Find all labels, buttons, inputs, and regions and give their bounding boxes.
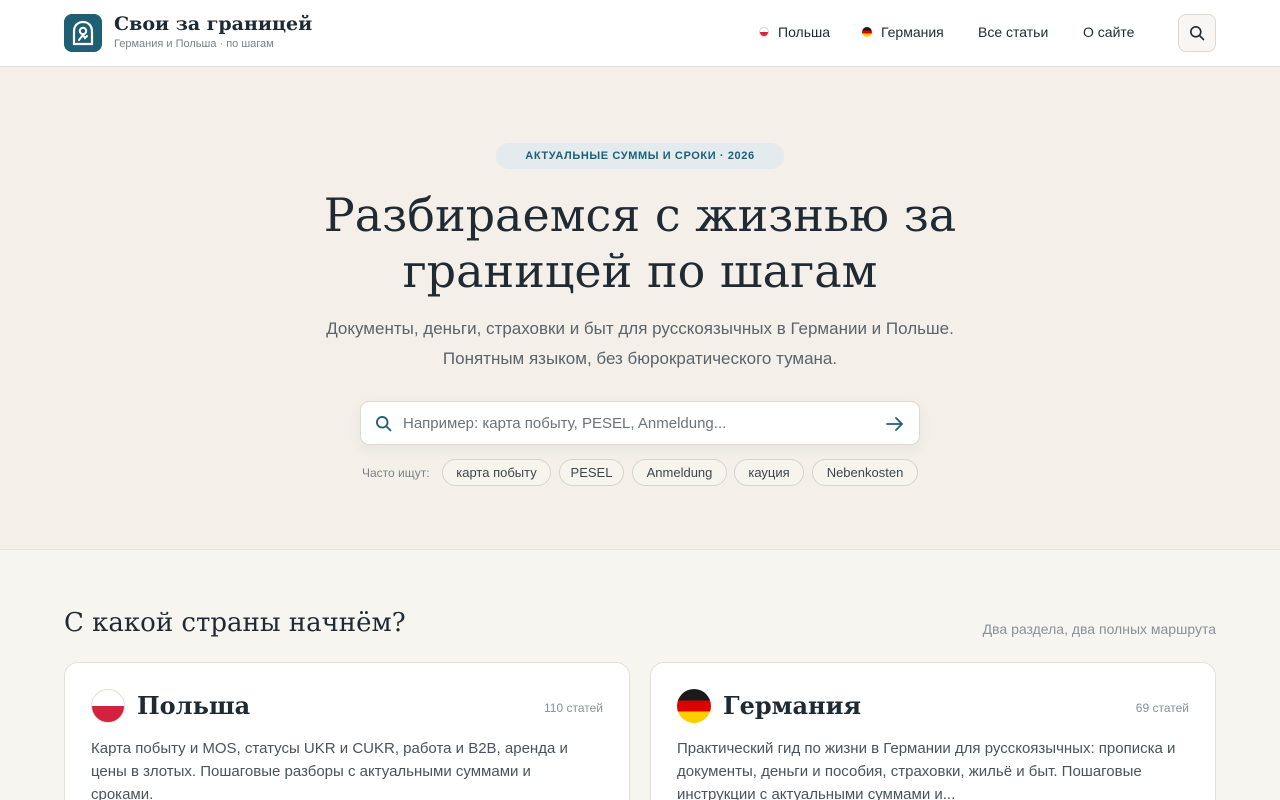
nav-item-label: О сайте	[1083, 24, 1135, 40]
search-icon	[376, 416, 392, 432]
card-title: Польша	[137, 691, 251, 720]
nav-item-label: Польша	[778, 24, 831, 40]
article-count: 69 статей	[1135, 701, 1189, 715]
popular-chip[interactable]: кауция	[734, 459, 804, 486]
site-header: Свои за границей Германия и Польша · по …	[0, 0, 1280, 67]
card-description: Карта побыту и MOS, статусы UKR и CUKR, …	[91, 740, 568, 800]
hero-search-box	[360, 401, 920, 445]
popular-chip[interactable]: Anmeldung	[632, 459, 727, 486]
germany-flag-icon	[677, 689, 711, 723]
nav-item-germany[interactable]: Германия	[862, 24, 944, 40]
popular-label: Часто ищут:	[362, 466, 430, 480]
nav-item-poland[interactable]: Польша	[759, 24, 830, 40]
countries-section-title: С какой страны начнём?	[64, 608, 406, 638]
poland-flag-icon	[91, 689, 125, 723]
popular-searches: Часто ищут: карта побыту PESEL Anmeldung…	[0, 459, 1280, 487]
header-search-button[interactable]	[1178, 14, 1216, 52]
search-icon	[1190, 26, 1205, 41]
nav-item-label: Германия	[881, 24, 944, 40]
nav-item-all-articles[interactable]: Все статьи	[978, 24, 1048, 40]
card-title: Германия	[723, 691, 862, 720]
nav-item-about[interactable]: О сайте	[1083, 24, 1134, 40]
hero-badge: АКТУАЛЬНЫЕ СУММЫ И СРОКИ · 2026	[496, 143, 784, 169]
article-count: 110 статей	[544, 701, 603, 715]
germany-flag-icon	[862, 27, 872, 37]
card-description: Практический гид по жизни в Германии для…	[677, 740, 1176, 800]
nav-item-label: Все статьи	[978, 24, 1049, 40]
poland-flag-icon	[759, 27, 769, 37]
popular-chip[interactable]: PESEL	[559, 459, 624, 486]
main-nav: Польша Германия Все статьи О сайте	[0, 24, 1280, 44]
popular-chip[interactable]: карта побыту	[442, 459, 551, 486]
countries-section-hint: Два раздела, два полных маршрута	[982, 621, 1216, 637]
hero-title: Разбираемся с жизнью за границей по шага…	[323, 188, 957, 298]
popular-chip[interactable]: Nebenkosten	[812, 459, 918, 486]
hero-section: АКТУАЛЬНЫЕ СУММЫ И СРОКИ · 2026 Разбирае…	[0, 67, 1280, 550]
country-card-poland[interactable]: Польша 110 статей Карта побыту и MOS, ст…	[64, 662, 630, 800]
hero-search-input[interactable]	[403, 403, 873, 443]
hero-subtitle: Документы, деньги, страховки и быт для р…	[326, 319, 954, 368]
arrow-right-icon[interactable]	[885, 414, 905, 434]
country-card-germany[interactable]: Германия 69 статей Практический гид по ж…	[650, 662, 1216, 800]
